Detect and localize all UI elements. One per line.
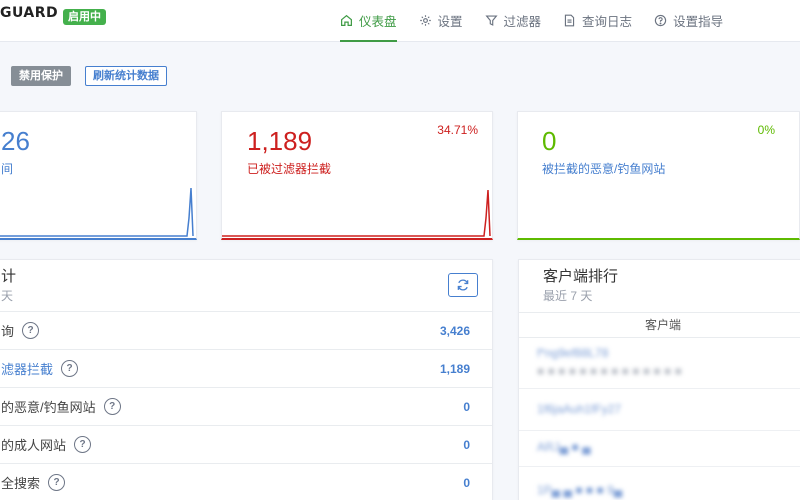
brand-logo[interactable]: GUARD (0, 5, 58, 21)
nav-setup-guide[interactable]: 设置指导 (654, 0, 723, 40)
stats-row-blocked-filters: 滤器拦截? 1,189 (0, 349, 492, 387)
help-icon[interactable]: ? (48, 474, 66, 491)
general-statistics-title: 计 (1, 268, 17, 285)
disable-protection-button[interactable]: 禁用保护 (11, 66, 71, 86)
top-header: GUARD 启用中 仪表盘 设置 过滤器 查询日志 设置指导 (0, 0, 800, 42)
stats-row-label: 的恶意/钓鱼网站 (1, 400, 96, 415)
help-circle-icon (654, 14, 667, 26)
client-row-divider (519, 388, 800, 389)
blocked-by-filters-percent: 34.71% (437, 123, 478, 137)
client-name[interactable]: f*ng9ef88L78 (537, 346, 608, 360)
main-nav: 仪表盘 设置 过滤器 查询日志 设置指导 (340, 0, 745, 42)
blocked-by-filters-sparkline (222, 189, 491, 237)
dns-queries-sparkline (0, 187, 194, 237)
nav-filters-label: 过滤器 (503, 14, 542, 29)
stats-row-label: 的成人网站 (1, 438, 67, 453)
stats-row-value: 1,189 (439, 361, 470, 376)
client-name[interactable]: 1P▄ ▄ ■ ■ ■ 9▄ (537, 483, 622, 497)
stats-row-label: 询 (1, 324, 15, 339)
dns-queries-card: 26 间 (0, 111, 197, 240)
client-row-divider (519, 430, 800, 431)
dns-queries-label: 间 (1, 162, 14, 176)
stats-row-queries: 询? 3,426 (0, 311, 492, 349)
stats-row-adult: 的成人网站? 0 (0, 425, 492, 463)
refresh-icon (457, 279, 469, 291)
nav-dashboard-label: 仪表盘 (359, 14, 397, 29)
refresh-stats-button[interactable] (448, 273, 478, 297)
top-clients-title: 客户端排行 (543, 268, 619, 285)
nav-query-log-label: 查询日志 (582, 14, 633, 29)
dns-queries-count: 26 (1, 126, 30, 156)
refresh-statistics-button[interactable]: 刷新统计数据 (85, 66, 167, 86)
blocked-by-filters-card: 1,189 34.71% 已被过滤器拦截 (221, 111, 493, 240)
nav-settings-label: 设置 (437, 14, 463, 29)
home-icon (341, 14, 352, 26)
malware-phishing-percent: 0% (757, 123, 775, 137)
stats-row-malware: 的恶意/钓鱼网站? 0 (0, 387, 492, 425)
nav-setup-guide-label: 设置指导 (673, 14, 724, 29)
client-row-divider (519, 466, 800, 467)
top-clients-card: 客户端排行 最近 7 天 客户端 f*ng9ef88L78 ■ ■ ■ ■ ■ … (518, 259, 800, 500)
nav-settings[interactable]: 设置 (419, 0, 463, 40)
client-name[interactable]: ARJ▄ ■ ▄ (537, 440, 591, 454)
blocked-by-filters-count: 1,189 (247, 126, 313, 156)
document-icon (564, 14, 575, 26)
malware-phishing-count: 0 (542, 126, 557, 156)
malware-phishing-card: 0 0% 被拦截的恶意/钓鱼网站 (517, 111, 800, 240)
help-icon[interactable]: ? (103, 398, 121, 415)
top-clients-subtitle: 最近 7 天 (543, 289, 593, 303)
nav-dashboard[interactable]: 仪表盘 (340, 0, 397, 42)
client-name: ■ ■ ■ ■ ■ ■ ■ ■ ■ ■ ■ ■ ■ ■ (537, 364, 682, 378)
gear-icon (419, 14, 431, 26)
malware-phishing-label: 被拦截的恶意/钓鱼网站 (542, 162, 666, 176)
stats-row-value: 3,426 (439, 323, 470, 338)
client-name[interactable]: 1f6jaAuh1fFy27 (537, 402, 621, 416)
nav-filters[interactable]: 过滤器 (484, 0, 542, 40)
blocked-by-filters-label: 已被过滤器拦截 (247, 162, 332, 176)
stats-row-safesearch: 全搜索? 0 (0, 463, 492, 500)
stats-row-label: 全搜索 (1, 476, 41, 491)
help-icon[interactable]: ? (61, 360, 79, 377)
nav-query-log[interactable]: 查询日志 (563, 0, 632, 40)
stats-row-label[interactable]: 滤器拦截 (1, 359, 53, 378)
stats-row-value: 0 (463, 437, 470, 452)
help-icon[interactable]: ? (22, 322, 40, 339)
protection-status-badge: 启用中 (63, 9, 106, 25)
stats-row-value: 0 (463, 399, 470, 414)
help-icon[interactable]: ? (74, 436, 92, 453)
client-column-header[interactable]: 客户端 (519, 312, 800, 338)
general-statistics-subtitle: 天 (1, 289, 14, 303)
general-statistics-card: 计 天 询? 3,426 滤器拦截? 1,189 的恶意/钓鱼网站? 0 的成人… (0, 259, 493, 500)
stats-row-value: 0 (463, 475, 470, 490)
filter-icon (484, 14, 498, 26)
